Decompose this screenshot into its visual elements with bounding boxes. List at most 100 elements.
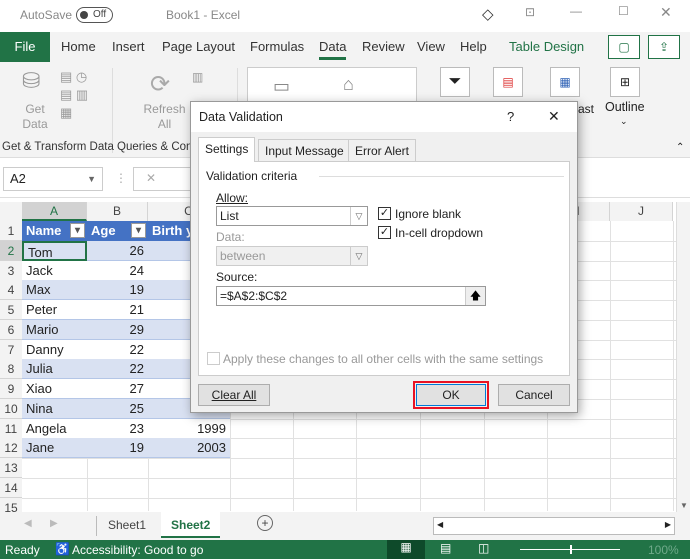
- table-header-cell[interactable]: Age ▾: [87, 221, 148, 241]
- page-layout-view-button[interactable]: ▤: [440, 541, 451, 555]
- dialog-close-button[interactable]: ✕: [548, 108, 560, 125]
- page-break-view-button[interactable]: ◫: [478, 541, 489, 555]
- tab-page-layout[interactable]: Page Layout: [162, 39, 235, 54]
- row-header[interactable]: 10: [0, 398, 22, 419]
- incell-dropdown-checkbox[interactable]: ✓: [378, 226, 391, 239]
- select-all-corner[interactable]: [0, 202, 22, 221]
- tab-home[interactable]: Home: [61, 39, 96, 54]
- maximize-button[interactable]: ☐: [618, 4, 629, 18]
- zoom-slider[interactable]: [520, 545, 620, 554]
- row-header[interactable]: 2: [0, 240, 22, 261]
- tab-help[interactable]: Help: [460, 39, 487, 54]
- name-cell[interactable]: Max: [22, 280, 87, 301]
- name-cell[interactable]: Nina: [22, 398, 87, 419]
- chevron-down-icon[interactable]: ⌄: [620, 116, 628, 127]
- close-button[interactable]: ✕: [660, 4, 672, 21]
- help-button[interactable]: ?: [507, 109, 514, 124]
- row-header[interactable]: 11: [0, 418, 22, 439]
- data-validation-icon[interactable]: ▤: [493, 67, 523, 97]
- ribbon-display-icon[interactable]: ⊡: [525, 5, 535, 19]
- allow-select[interactable]: List ▽: [216, 206, 368, 226]
- add-sheet-button[interactable]: +: [257, 515, 273, 531]
- name-cell[interactable]: Jack: [22, 260, 87, 281]
- age-cell[interactable]: 25: [87, 398, 148, 419]
- row-header[interactable]: 7: [0, 339, 22, 360]
- filter-icon[interactable]: ⏷: [440, 67, 470, 97]
- prev-sheet-icon[interactable]: ◀: [24, 518, 32, 529]
- tab-error-alert[interactable]: Error Alert: [348, 139, 417, 161]
- tab-formulas[interactable]: Formulas: [250, 39, 304, 54]
- age-cell[interactable]: 19: [87, 438, 148, 459]
- column-header[interactable]: A: [22, 202, 87, 221]
- age-cell[interactable]: 22: [87, 339, 148, 360]
- ok-button[interactable]: OK: [416, 384, 486, 406]
- row-header[interactable]: 9: [0, 379, 22, 399]
- tab-data[interactable]: Data: [319, 39, 347, 60]
- tab-table-design[interactable]: Table Design: [509, 39, 584, 54]
- small-doc-icons[interactable]: ▤ ◷ ▤ ▥ ▦: [60, 68, 88, 122]
- name-cell[interactable]: Jane: [22, 438, 87, 459]
- collapse-dialog-icon[interactable]: 🡅: [465, 287, 485, 305]
- name-cell[interactable]: Mario: [22, 319, 87, 340]
- age-cell[interactable]: 29: [87, 319, 148, 340]
- column-header[interactable]: B: [87, 202, 148, 221]
- tab-input-message[interactable]: Input Message: [258, 139, 351, 161]
- clear-all-button[interactable]: Clear All: [198, 384, 270, 406]
- share-button[interactable]: ⇪: [648, 35, 680, 59]
- age-cell[interactable]: 19: [87, 280, 148, 301]
- minimize-button[interactable]: —: [570, 4, 582, 18]
- tab-insert[interactable]: Insert: [112, 39, 145, 54]
- properties-icon[interactable]: ▥: [192, 70, 203, 84]
- filter-dropdown-icon[interactable]: ▾: [70, 223, 85, 238]
- age-cell[interactable]: 26: [87, 240, 148, 261]
- row-header[interactable]: 13: [0, 458, 22, 478]
- tab-review[interactable]: Review: [362, 39, 405, 54]
- age-cell[interactable]: 22: [87, 359, 148, 380]
- row-header[interactable]: 14: [0, 477, 22, 498]
- sheet-tab-sheet1[interactable]: Sheet1: [108, 518, 146, 532]
- normal-view-button[interactable]: ▦: [387, 540, 425, 559]
- tab-settings[interactable]: Settings: [198, 137, 256, 162]
- tab-view[interactable]: View: [417, 39, 445, 54]
- zoom-level[interactable]: 100%: [648, 543, 679, 557]
- outline-icon[interactable]: ⊞: [610, 67, 640, 97]
- name-cell[interactable]: Angela: [22, 418, 87, 439]
- collapse-ribbon-icon[interactable]: ⌃: [676, 142, 684, 153]
- row-header[interactable]: 5: [0, 300, 22, 320]
- table-header-cell[interactable]: Name ▾: [22, 221, 87, 241]
- age-cell[interactable]: 27: [87, 379, 148, 399]
- tab-file[interactable]: File: [0, 32, 50, 62]
- cancel-icon[interactable]: ✕: [146, 171, 156, 185]
- vertical-scrollbar[interactable]: ▼: [676, 202, 690, 512]
- horizontal-scrollbar[interactable]: ◀ ▶: [433, 517, 675, 535]
- next-sheet-icon[interactable]: ▶: [50, 518, 58, 529]
- name-cell[interactable]: Xiao: [22, 379, 87, 399]
- birth-year-cell[interactable]: 1999: [148, 418, 230, 439]
- autosave-toggle[interactable]: Off: [76, 7, 113, 23]
- refresh-all-button[interactable]: Refresh All: [142, 102, 187, 132]
- accessibility-icon[interactable]: ♿: [55, 542, 70, 556]
- age-cell[interactable]: 24: [87, 260, 148, 281]
- cancel-button[interactable]: Cancel: [498, 384, 570, 406]
- name-cell[interactable]: Peter: [22, 300, 87, 320]
- row-header[interactable]: 8: [0, 359, 22, 380]
- diamond-icon[interactable]: ◇: [482, 5, 494, 23]
- row-header[interactable]: 12: [0, 438, 22, 459]
- name-box[interactable]: A2 ▼: [3, 167, 103, 191]
- get-data-button[interactable]: Get Data: [20, 102, 50, 132]
- ignore-blank-checkbox[interactable]: ✓: [378, 207, 391, 220]
- birth-year-cell[interactable]: 2003: [148, 438, 230, 459]
- accessibility-status[interactable]: Accessibility: Good to go: [72, 543, 203, 557]
- row-header[interactable]: 4: [0, 280, 22, 301]
- outline-button[interactable]: Outline: [605, 100, 645, 114]
- column-header[interactable]: J: [610, 202, 673, 221]
- row-header[interactable]: 1: [0, 221, 22, 241]
- source-input[interactable]: =$A$2:$C$2 🡅: [216, 286, 486, 306]
- name-cell[interactable]: Danny: [22, 339, 87, 360]
- age-cell[interactable]: 21: [87, 300, 148, 320]
- age-cell[interactable]: 23: [87, 418, 148, 439]
- name-cell[interactable]: Tom: [22, 240, 87, 261]
- sheet-tab-sheet2[interactable]: Sheet2: [161, 512, 221, 538]
- what-if-icon[interactable]: ▦: [550, 67, 580, 97]
- filter-dropdown-icon[interactable]: ▾: [131, 223, 146, 238]
